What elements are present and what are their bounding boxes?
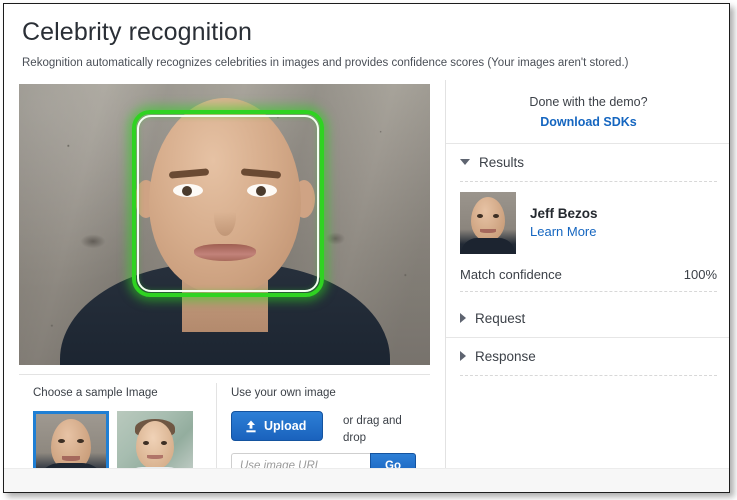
section-response-title: Response [475, 348, 536, 364]
download-sdks-link[interactable]: Download SDKs [446, 115, 729, 129]
result-item: Jeff Bezos Learn More [446, 182, 729, 263]
demo-question: Done with the demo? [529, 95, 648, 110]
own-image-label: Use your own image [231, 387, 336, 400]
page-subtitle: Rekognition automatically recognizes cel… [22, 56, 629, 69]
upload-icon [246, 420, 256, 432]
page-header: Celebrity recognition Rekognition automa… [4, 4, 729, 81]
demo-panel: Choose a sample Image Use your own image [4, 80, 445, 492]
drag-and-drop-text: or drag and drop [343, 415, 402, 444]
section-request-header[interactable]: Request [446, 300, 729, 337]
chevron-down-icon [460, 159, 470, 166]
learn-more-link[interactable]: Learn More [530, 224, 598, 239]
result-details: Jeff Bezos Learn More [530, 206, 598, 239]
match-confidence-value: 100% [683, 266, 717, 282]
app-window: Celebrity recognition Rekognition automa… [3, 3, 730, 493]
content-area: Choose a sample Image Use your own image [4, 80, 729, 492]
response-divider [460, 374, 717, 376]
demo-cta: Done with the demo? Download SDKs [446, 80, 729, 143]
section-results-title: Results [479, 154, 525, 170]
confidence-divider [460, 290, 717, 292]
match-confidence-row: Match confidence 100% [446, 263, 729, 291]
window-footer [4, 468, 729, 492]
section-request-title: Request [475, 310, 526, 326]
section-results: Results Jeff Bezos Learn More Match conf… [446, 142, 729, 292]
chevron-right-icon [460, 313, 466, 324]
results-sidebar: Done with the demo? Download SDKs Result… [445, 80, 729, 492]
match-confidence-label: Match confidence [460, 266, 562, 282]
page-title: Celebrity recognition [22, 18, 252, 46]
celebrity-name: Jeff Bezos [530, 206, 598, 222]
result-thumbnail [460, 191, 516, 254]
face-bounding-box-inner [137, 115, 319, 293]
face-bounding-box [132, 110, 324, 298]
section-request: Request [446, 300, 729, 337]
upload-button[interactable]: Upload [231, 411, 324, 442]
chevron-right-icon [460, 351, 466, 362]
section-results-header[interactable]: Results [446, 144, 729, 181]
section-response: Response [446, 336, 729, 376]
main-image[interactable] [19, 84, 430, 366]
sample-image-label: Choose a sample Image [33, 387, 158, 400]
section-response-header[interactable]: Response [446, 338, 729, 375]
upload-button-label: Upload [264, 419, 307, 434]
